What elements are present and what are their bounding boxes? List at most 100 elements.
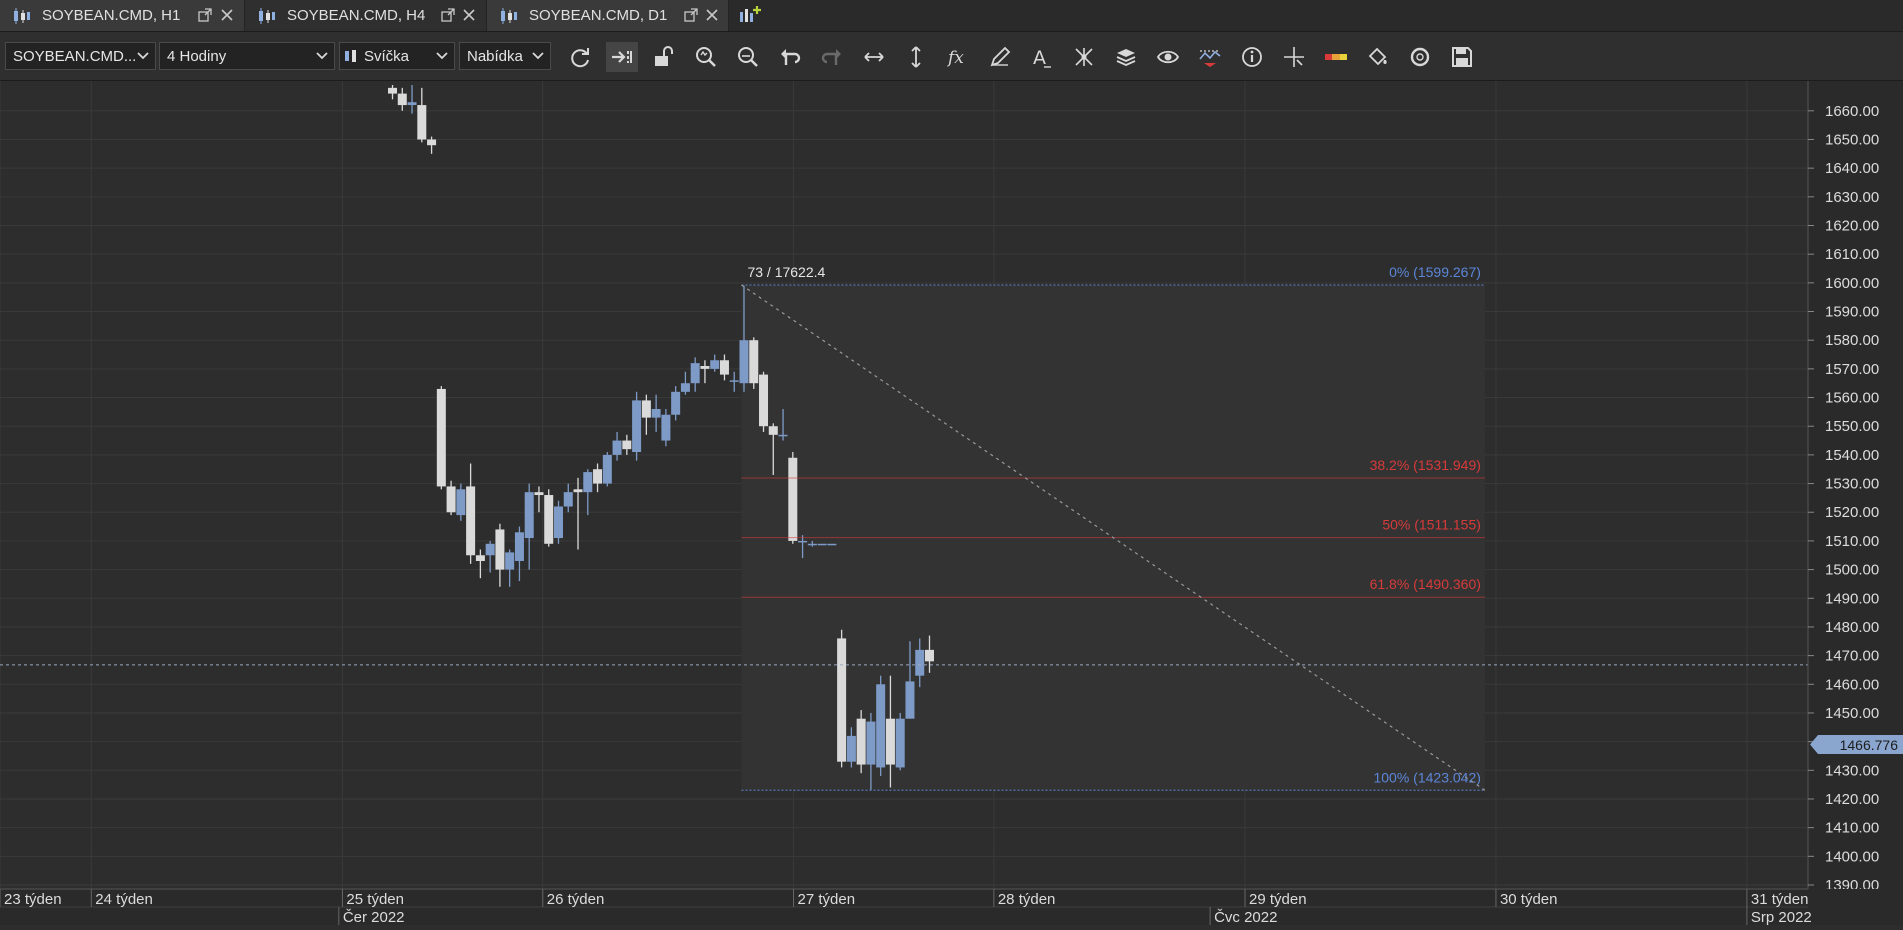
candle-bear <box>593 469 603 484</box>
popout-icon[interactable] <box>441 8 455 22</box>
redo-button[interactable] <box>816 42 848 72</box>
candle-bear <box>885 718 895 765</box>
zoom-in-button[interactable] <box>690 42 722 72</box>
price-type-select[interactable]: Nabídka <box>459 42 551 70</box>
color-bar-button[interactable] <box>1320 42 1352 72</box>
price-tick-label: 1630.00 <box>1825 189 1879 206</box>
close-icon[interactable] <box>704 7 720 23</box>
cycle-button[interactable] <box>1404 42 1436 72</box>
refresh-button[interactable] <box>564 42 596 72</box>
price-tick-label: 1600.00 <box>1825 275 1879 292</box>
tab-soybean-d1[interactable]: SOYBEAN.CMD, D1 <box>487 0 729 31</box>
tab-soybean-h4[interactable]: SOYBEAN.CMD, H4 <box>245 0 487 31</box>
timeframe-value: 4 Hodiny <box>167 47 227 65</box>
info-button[interactable] <box>1236 42 1268 72</box>
crosshair-button[interactable] <box>1278 42 1310 72</box>
price-chart[interactable]: 0% (1599.267) 38.2% (1531.949) 50% (1511.1… <box>0 81 1903 926</box>
price-tick-label: 1650.00 <box>1825 131 1879 148</box>
fib-level-label: 100% (1423.042) <box>1373 769 1480 785</box>
zoom-out-button[interactable] <box>732 42 764 72</box>
candle-bear <box>759 374 769 427</box>
candle-bull <box>827 543 837 546</box>
visibility-button[interactable] <box>1152 42 1184 72</box>
svg-text:fx: fx <box>946 48 964 68</box>
candle-bull <box>915 649 925 676</box>
candle-bull <box>661 414 671 441</box>
month-tick-label: Čvc 2022 <box>1214 909 1277 925</box>
indicator-button[interactable] <box>1194 42 1226 72</box>
price-tick-label: 1520.00 <box>1825 504 1879 521</box>
text-button[interactable]: A <box>1026 42 1058 72</box>
candle-bull <box>407 102 417 106</box>
candle-bear <box>622 440 632 450</box>
chart-type-select[interactable]: Svíčka <box>339 42 455 70</box>
chart-toolbar: SOYBEAN.CMD... 4 Hodiny Svíčka Nabídka f… <box>0 32 1903 81</box>
candle-bear <box>436 388 446 487</box>
close-icon[interactable] <box>219 7 235 23</box>
chevron-down-icon <box>436 52 448 60</box>
chevron-down-icon <box>316 52 328 60</box>
fill-button[interactable] <box>1362 42 1394 72</box>
horizontal-scale-button[interactable] <box>858 42 890 72</box>
candle-bear <box>788 457 798 541</box>
svg-text:A: A <box>1033 47 1046 69</box>
time-tick-label: 24 týden <box>95 891 153 908</box>
layers-button[interactable] <box>1110 42 1142 72</box>
candle-bull <box>456 489 466 516</box>
vertical-scale-button[interactable] <box>900 42 932 72</box>
time-tick-label: 30 týden <box>1500 891 1558 908</box>
cycle-icon <box>1410 47 1430 67</box>
popout-icon[interactable] <box>684 8 698 22</box>
candle-bear <box>388 87 398 94</box>
candle-bull <box>671 391 681 415</box>
time-tick-label: 28 týden <box>998 891 1056 908</box>
candlestick-icon <box>345 50 356 62</box>
candle-bull <box>905 681 915 719</box>
candle-bull <box>807 543 817 546</box>
timeframe-select[interactable]: 4 Hodiny <box>159 42 335 70</box>
tab-label: SOYBEAN.CMD, D1 <box>529 7 668 24</box>
price-tick-label: 1410.00 <box>1825 820 1879 837</box>
price-tick-label: 1640.00 <box>1825 160 1879 177</box>
time-tick-label: 27 týden <box>798 891 856 908</box>
close-icon[interactable] <box>461 7 477 23</box>
undo-icon <box>781 49 801 65</box>
save-button[interactable] <box>1446 42 1478 72</box>
candle-bull <box>778 434 788 437</box>
chart-canvas[interactable]: 0% (1599.267) 38.2% (1531.949) 50% (1511.1… <box>0 81 1903 926</box>
function-button[interactable]: fx <box>942 42 974 72</box>
candle-bear <box>475 555 485 561</box>
time-tick-label: 31 týden <box>1751 891 1809 908</box>
candle-bull <box>739 340 749 384</box>
time-axis[interactable]: 23 týden 24 týden 25 týden 26 týden 27 týden… <box>0 888 1903 926</box>
time-tick-label: 26 týden <box>547 891 605 908</box>
undo-button[interactable] <box>774 42 806 72</box>
candle-bull <box>632 400 642 453</box>
pencil-button[interactable] <box>984 42 1016 72</box>
candle-bear <box>573 489 583 493</box>
candle-bull <box>866 721 876 765</box>
candle-bull <box>583 472 593 493</box>
function-icon: fx <box>946 48 964 68</box>
unlock-button[interactable] <box>648 42 680 72</box>
symbol-select[interactable]: SOYBEAN.CMD... <box>5 42 156 70</box>
pattern-button[interactable] <box>1068 42 1100 72</box>
current-price-badge: 1466.776 <box>1810 735 1903 754</box>
fib-anchor-label: 73 / 17622.4 <box>747 264 825 280</box>
tab-soybean-h1[interactable]: SOYBEAN.CMD, H1 <box>0 0 245 31</box>
price-axis[interactable]: 1660.00 1650.00 1640.00 1630.00 1620.00 1610.… <box>1807 81 1903 894</box>
unlock-icon <box>655 46 673 66</box>
popout-icon[interactable] <box>198 8 212 22</box>
candle-bear <box>768 426 778 435</box>
price-tick-label: 1530.00 <box>1825 476 1879 493</box>
new-chart-icon[interactable] <box>738 4 762 28</box>
time-tick-label: 25 týden <box>346 891 404 908</box>
candlestick-icon <box>14 7 30 24</box>
save-icon <box>1452 47 1472 67</box>
price-tick-label: 1490.00 <box>1825 590 1879 607</box>
auto-scroll-button[interactable] <box>606 42 638 72</box>
crosshair-icon <box>1284 47 1304 67</box>
layers-icon <box>1116 49 1136 66</box>
price-tick-label: 1580.00 <box>1825 332 1879 349</box>
symbol-value: SOYBEAN.CMD... <box>13 47 137 65</box>
